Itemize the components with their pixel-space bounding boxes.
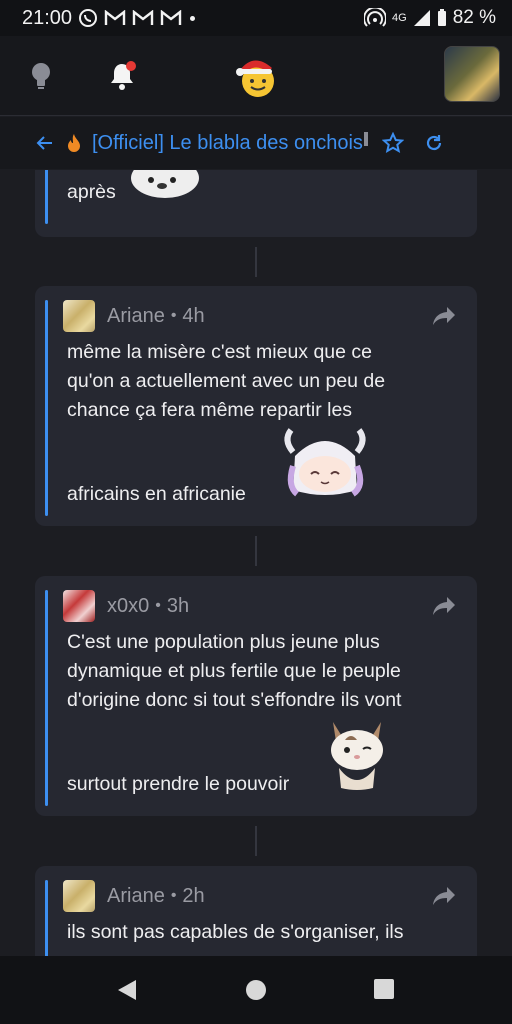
hotspot-icon <box>364 8 386 27</box>
post-card: Ariane • 4h même la misère c'est mieux q… <box>35 286 477 526</box>
post-time: 2h <box>182 884 205 907</box>
post-line: C'est une population plus jeune plus <box>67 631 380 653</box>
author-avatar[interactable] <box>63 300 95 332</box>
share-icon[interactable] <box>431 304 457 328</box>
post-card: après <box>35 170 477 237</box>
more-notifications-dot <box>190 15 196 21</box>
post-line: africains en africanie <box>67 483 246 505</box>
user-avatar[interactable] <box>444 46 500 102</box>
post-card: Ariane • 2h ils sont pas capables de s'o… <box>35 866 477 956</box>
post-line: dynamique et plus fertile que le peuple <box>67 660 401 682</box>
battery-level: 82 % <box>452 7 496 28</box>
thread-connector <box>255 247 257 277</box>
app-header <box>0 36 512 116</box>
share-icon[interactable] <box>431 594 457 618</box>
post-time: 4h <box>182 304 205 327</box>
gmail-icon <box>104 10 126 25</box>
post-line: qu'on a actuellement avec un peu de <box>67 370 386 392</box>
thread-connector <box>255 826 257 856</box>
post-line: même la misère c'est mieux que ce <box>67 341 373 363</box>
author-name[interactable]: x0x0 <box>107 595 149 618</box>
topic-title[interactable]: [Officiel] Le blabla des onchois <box>92 132 363 155</box>
post-text: même la misère c'est mieux que ce qu'on … <box>67 338 457 425</box>
gmail-icon <box>160 10 182 25</box>
santa-smiley-logo[interactable] <box>234 54 280 100</box>
post-time: 3h <box>166 594 190 617</box>
bell-icon[interactable] <box>102 56 142 96</box>
post-text: après <box>67 181 116 203</box>
post-text: C'est une population plus jeune plus dyn… <box>67 628 457 715</box>
posts-feed[interactable]: après Ariane • 4h même la misère c'est m… <box>0 170 512 956</box>
thread-connector <box>255 536 257 566</box>
cat-sticker <box>325 716 389 792</box>
author-name[interactable]: Ariane <box>107 305 165 328</box>
author-name[interactable]: Ariane <box>107 885 165 908</box>
post-line: chance ça fera même repartir les <box>67 399 353 421</box>
flame-icon <box>68 134 80 152</box>
post-line: d'origine donc si tout s'effondre ils vo… <box>67 689 402 711</box>
notification-icons <box>78 8 196 28</box>
status-bar: 21:00 4G 82 % <box>0 0 512 36</box>
back-triangle-icon[interactable] <box>116 978 138 1002</box>
post-card: x0x0 • 3h C'est une population plus jeun… <box>35 576 477 816</box>
post-text: ils sont pas capables de s'organiser, il… <box>67 918 457 947</box>
author-avatar[interactable] <box>63 880 95 912</box>
star-icon[interactable] <box>381 132 404 154</box>
post-line: surtout prendre le pouvoir <box>67 773 290 795</box>
post-line: ils sont pas capables de s'organiser, il… <box>67 921 404 943</box>
gmail-icon <box>132 10 154 25</box>
recents-square-icon[interactable] <box>373 978 395 1000</box>
lightbulb-icon[interactable] <box>21 56 61 96</box>
system-nav-bar <box>0 956 512 1024</box>
text-cursor <box>363 132 368 146</box>
refresh-icon[interactable] <box>424 133 444 153</box>
topic-bar: [Officiel] Le blabla des onchois <box>0 117 512 169</box>
network-type: 4G <box>392 11 407 24</box>
whatsapp-icon <box>79 9 98 27</box>
status-time: 21:00 <box>22 6 73 29</box>
signal-icon <box>413 10 430 26</box>
back-arrow-icon[interactable] <box>36 134 54 152</box>
author-avatar[interactable] <box>63 590 95 622</box>
battery-icon <box>437 9 446 26</box>
home-circle-icon[interactable] <box>244 978 268 1002</box>
anime-girl-sticker <box>279 426 371 502</box>
share-icon[interactable] <box>431 884 457 908</box>
